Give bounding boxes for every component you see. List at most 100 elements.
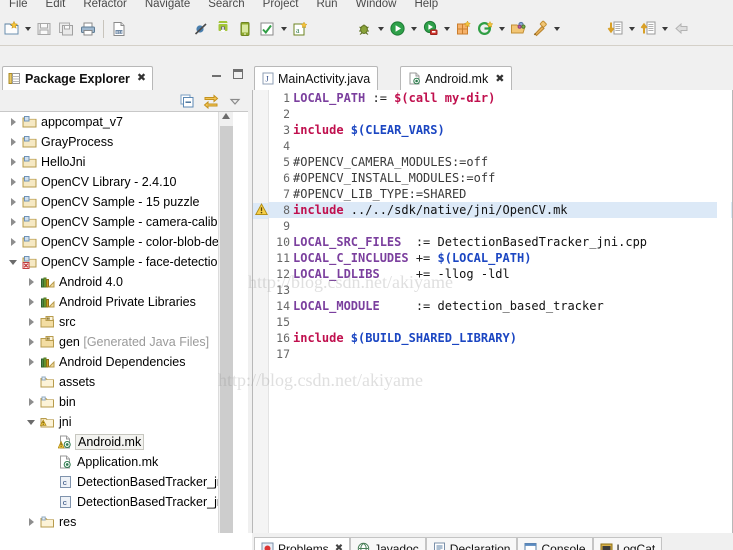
new-package-dropdown-arrow[interactable] [496, 18, 507, 40]
code-line[interactable] [293, 106, 732, 122]
tab-mainactivity-java[interactable]: J MainActivity.java [254, 66, 379, 90]
menu-item-help[interactable]: Help [405, 0, 447, 12]
tree-item[interactable]: src [0, 312, 233, 332]
code-line[interactable]: #OPENCV_CAMERA_MODULES:=off [293, 154, 732, 170]
tree-item[interactable]: OpenCV Library - 2.4.10 [0, 172, 233, 192]
tree-item[interactable]: c DetectionBasedTracker_jni.cpp [0, 472, 233, 492]
tree-twisty-collapsed-icon[interactable] [6, 158, 20, 166]
code-line[interactable]: include $(CLEAR_VARS) [293, 122, 732, 138]
debug-icon[interactable] [353, 18, 375, 40]
lint-check-icon[interactable] [256, 18, 278, 40]
editor-marker-bar[interactable] [253, 90, 269, 550]
tree-item[interactable]: jni [0, 412, 233, 432]
tree-twisty-expanded-icon[interactable] [24, 420, 38, 425]
code-line[interactable]: LOCAL_MODULE := detection_based_tracker [293, 298, 732, 314]
link-with-editor-icon[interactable] [202, 92, 220, 110]
collapse-all-icon[interactable] [178, 92, 196, 110]
close-icon[interactable]: ✖ [137, 73, 146, 84]
tree-twisty-collapsed-icon[interactable] [24, 358, 38, 366]
open-type-icon[interactable] [507, 18, 529, 40]
new-java-package-icon[interactable] [474, 18, 496, 40]
tree-item[interactable]: GrayProcess [0, 132, 233, 152]
external-tools-icon[interactable] [419, 18, 441, 40]
code-line[interactable] [293, 314, 732, 330]
debug-dropdown-arrow[interactable] [375, 18, 386, 40]
tree-twisty-collapsed-icon[interactable] [6, 138, 20, 146]
save-icon[interactable] [33, 18, 55, 40]
tree-item[interactable]: appcompat_v7 [0, 112, 233, 132]
open-hex-icon[interactable]: 010 [108, 18, 130, 40]
code-line[interactable] [293, 218, 732, 234]
tab-logcat[interactable]: LogCat [592, 537, 663, 550]
warning-marker[interactable] [253, 203, 268, 219]
tree-item[interactable]: assets [0, 372, 233, 392]
tree-item[interactable]: Application.mk [0, 452, 233, 472]
editor-text-area[interactable]: LOCAL_PATH := $(call my-dir) include $(C… [293, 90, 732, 550]
package-explorer-scrollbar[interactable] [218, 112, 233, 550]
close-icon[interactable]: ✖ [335, 543, 343, 550]
scrollbar-thumb[interactable] [220, 126, 233, 536]
next-annotation-icon[interactable] [604, 18, 626, 40]
tree-twisty-collapsed-icon[interactable] [6, 218, 20, 226]
view-menu-icon[interactable] [226, 92, 244, 110]
new-wizard-icon[interactable] [0, 18, 22, 40]
tree-twisty-collapsed-icon[interactable] [6, 198, 20, 206]
close-icon[interactable]: ✖ [495, 72, 504, 85]
menu-item-navigate[interactable]: Navigate [136, 0, 199, 12]
tree-twisty-collapsed-icon[interactable] [24, 278, 38, 286]
package-explorer-tab[interactable]: Package Explorer ✖ [2, 66, 154, 90]
android-avd-manager-icon[interactable] [234, 18, 256, 40]
code-line[interactable]: LOCAL_SRC_FILES := DetectionBasedTracker… [293, 234, 732, 250]
previous-annotation-icon[interactable] [637, 18, 659, 40]
tree-item[interactable]: Android 4.0 [0, 272, 233, 292]
editor-vertical-scrollbar[interactable] [717, 91, 731, 550]
external-tools-dropdown-arrow[interactable] [441, 18, 452, 40]
run-dropdown-arrow[interactable] [408, 18, 419, 40]
next-annotation-dropdown-arrow[interactable] [626, 18, 637, 40]
tree-item[interactable]: OpenCV Sample - face-detection [0, 252, 233, 272]
code-line[interactable] [293, 346, 732, 362]
tree-twisty-collapsed-icon[interactable] [6, 178, 20, 186]
tab-javadoc[interactable]: Javadoc [350, 537, 426, 550]
back-icon[interactable] [670, 18, 692, 40]
tab-console[interactable]: Console [517, 537, 593, 550]
maximize-icon[interactable] [232, 68, 244, 80]
run-icon[interactable] [386, 18, 408, 40]
tree-item[interactable]: Android Dependencies [0, 352, 233, 372]
lint-dropdown-arrow[interactable] [278, 18, 289, 40]
scroll-up-arrow-icon[interactable] [222, 113, 230, 119]
tab-android-mk[interactable]: Android.mk ✖ [400, 66, 513, 90]
tab-problems[interactable]: Problems ✖ [254, 537, 351, 550]
tree-twisty-collapsed-icon[interactable] [24, 518, 38, 526]
menu-item-refactor[interactable]: Refactor [74, 0, 135, 12]
menu-item-window[interactable]: Window [347, 0, 406, 12]
tree-twisty-collapsed-icon[interactable] [24, 338, 38, 346]
save-all-icon[interactable] [55, 18, 77, 40]
android-sdk-manager-icon[interactable] [212, 18, 234, 40]
tree-item[interactable]: OpenCV Sample - camera-calibration [0, 212, 233, 232]
minimize-icon[interactable] [211, 68, 223, 80]
tree-item[interactable]: c DetectionBasedTracker_jni.h [0, 492, 233, 512]
menu-item-run[interactable]: Run [307, 0, 346, 12]
tree-twisty-collapsed-icon[interactable] [24, 318, 38, 326]
code-line[interactable]: include $(BUILD_SHARED_LIBRARY) [293, 330, 732, 346]
tree-item[interactable]: gen [Generated Java Files] [0, 332, 233, 352]
skip-breakpoints-icon[interactable] [190, 18, 212, 40]
menu-item-edit[interactable]: Edit [37, 0, 75, 12]
previous-annotation-dropdown-arrow[interactable] [659, 18, 670, 40]
print-icon[interactable] [77, 18, 99, 40]
tree-item[interactable]: OpenCV Sample - color-blob-detection [0, 232, 233, 252]
tree-item[interactable]: Android Private Libraries [0, 292, 233, 312]
tree-twisty-expanded-icon[interactable] [6, 260, 20, 265]
code-line[interactable]: include ../../sdk/native/jni/OpenCV.mk [293, 202, 732, 218]
new-dropdown-arrow[interactable] [22, 18, 33, 40]
menu-item-search[interactable]: Search [199, 0, 253, 12]
code-line[interactable] [293, 282, 732, 298]
tree-twisty-collapsed-icon[interactable] [6, 238, 20, 246]
search-icon[interactable] [529, 18, 551, 40]
menu-item-file[interactable]: File [0, 0, 37, 12]
code-line[interactable]: LOCAL_C_INCLUDES += $(LOCAL_PATH) [293, 250, 732, 266]
code-line[interactable]: LOCAL_PATH := $(call my-dir) [293, 90, 732, 106]
code-line[interactable]: LOCAL_LDLIBS += -llog -ldl [293, 266, 732, 282]
menu-item-project[interactable]: Project [254, 0, 308, 12]
